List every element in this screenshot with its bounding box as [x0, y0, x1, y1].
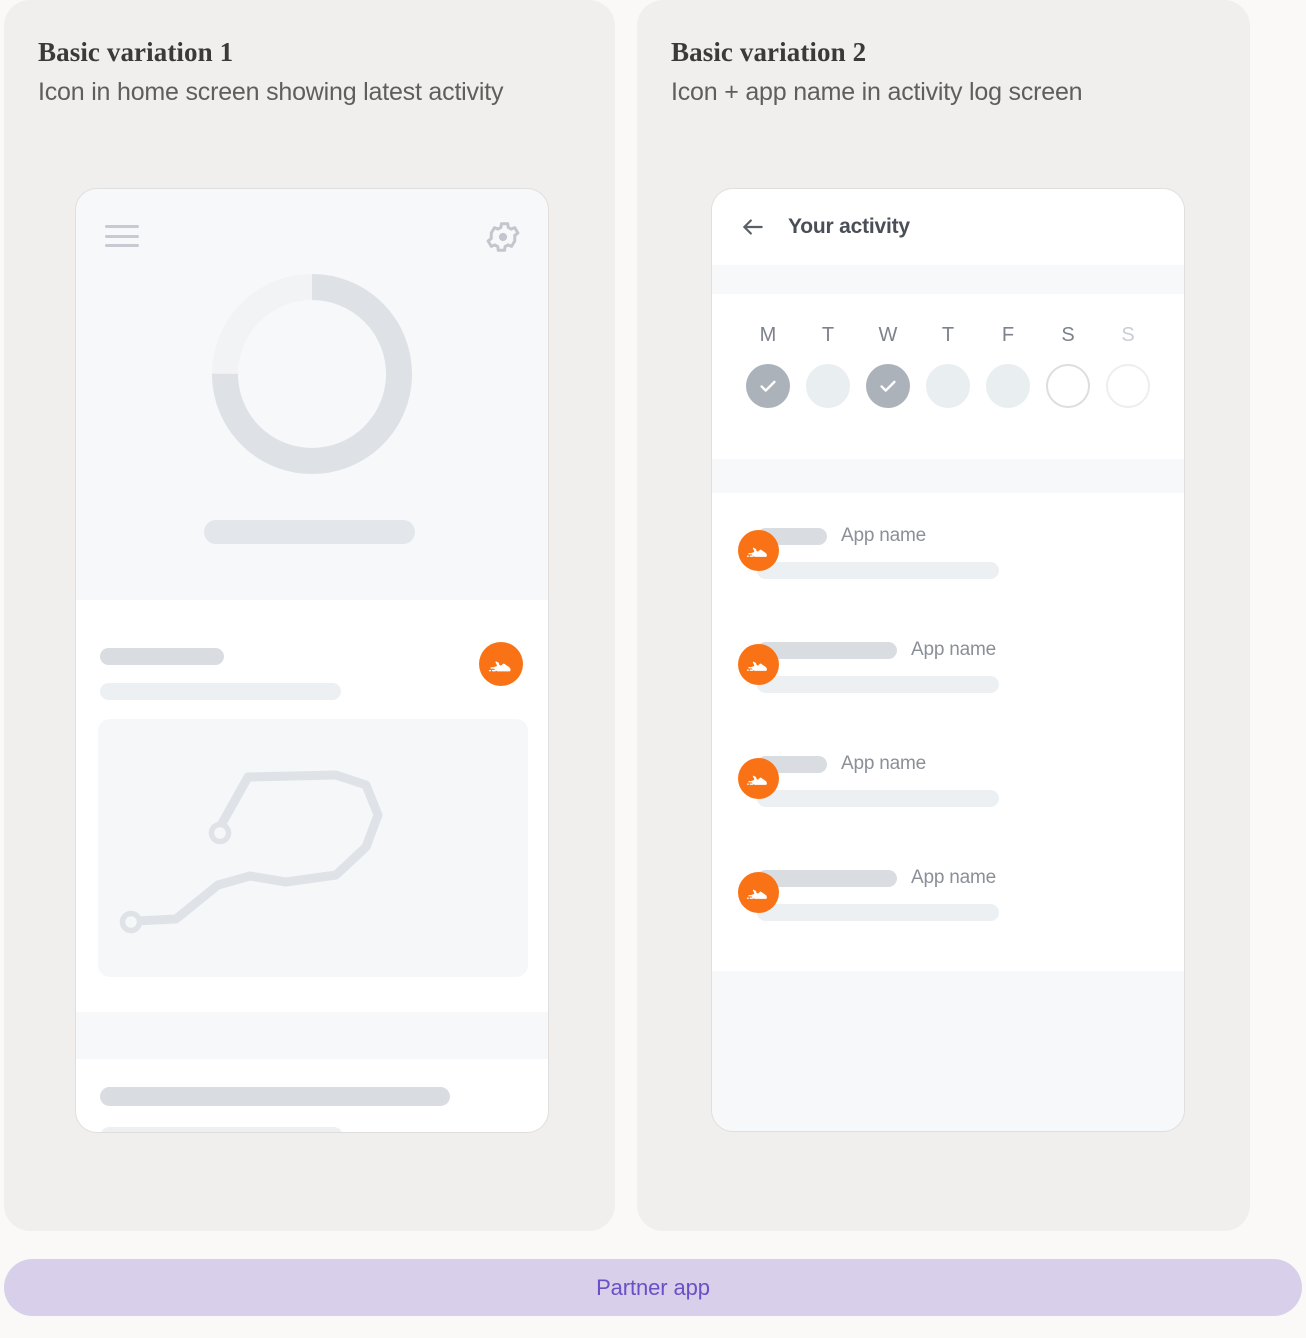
activity-screen-header: Your activity: [712, 189, 1184, 265]
day-label: F: [1001, 324, 1015, 346]
activity-title-placeholder: [100, 648, 224, 665]
day-label: S: [1061, 324, 1075, 346]
activity-detail-placeholder: [757, 904, 999, 921]
day-label: T: [821, 324, 835, 346]
partner-app-label: Partner app: [596, 1274, 710, 1300]
list-item[interactable]: App name: [712, 858, 1184, 972]
panel-2-title: Basic variation 2: [671, 37, 867, 67]
panel-1-subtitle: Icon in home screen showing latest activ…: [38, 77, 504, 106]
running-shoe-icon[interactable]: [738, 530, 779, 571]
list-item[interactable]: App name: [712, 630, 1184, 744]
day-status-sunday[interactable]: [1106, 364, 1150, 408]
app-name-label: App name: [911, 867, 997, 888]
check-icon: [880, 380, 896, 392]
activity-name-placeholder: [757, 641, 897, 659]
panel-1-title: Basic variation 1: [38, 37, 234, 67]
home-divider-strip: [76, 1012, 548, 1059]
panel-2-header: Basic variation 2 Icon + app name in act…: [637, 0, 1250, 108]
app-name-label: App name: [841, 753, 927, 774]
list-item-title-row: App name: [757, 867, 1184, 889]
variation-panels: Basic variation 1 Icon in home screen sh…: [0, 0, 1306, 1231]
latest-activity-card: [76, 600, 548, 1012]
bottom-subtitle-placeholder: [100, 1127, 343, 1132]
back-arrow-icon[interactable]: [740, 214, 766, 240]
list-item-body: App name: [757, 516, 1184, 579]
list-item-body: App name: [757, 630, 1184, 693]
activity-detail-placeholder: [757, 562, 999, 579]
list-item-title-row: App name: [757, 525, 1184, 547]
running-shoe-icon[interactable]: [738, 644, 779, 685]
list-item[interactable]: App name: [712, 744, 1184, 858]
partner-app-bar: Partner app: [4, 1259, 1302, 1316]
list-item[interactable]: App name: [712, 516, 1184, 630]
gear-icon[interactable]: [484, 218, 522, 256]
panel-2-subtitle: Icon + app name in activity log screen: [671, 77, 1083, 106]
activity-name-placeholder: [757, 869, 897, 887]
panel-basic-variation-1: Basic variation 1 Icon in home screen sh…: [4, 0, 615, 1231]
app-name-label: App name: [911, 639, 997, 660]
phone-mockup-home-screen: [75, 188, 549, 1133]
panel-1-header: Basic variation 1 Icon in home screen sh…: [4, 0, 615, 108]
list-item-title-row: App name: [757, 753, 1184, 775]
page-title: Your activity: [788, 215, 910, 238]
home-bottom-section: [76, 1059, 548, 1132]
check-icon: [760, 380, 776, 392]
list-item-body: App name: [757, 858, 1184, 921]
activity-detail-placeholder: [757, 790, 999, 807]
app-name-label: App name: [841, 525, 927, 546]
day-status-friday[interactable]: [986, 364, 1030, 408]
hamburger-menu-icon[interactable]: [105, 225, 139, 247]
day-label: S: [1121, 324, 1135, 346]
panel-basic-variation-2: Basic variation 2 Icon + app name in act…: [637, 0, 1250, 1231]
home-hero-section: [76, 189, 548, 600]
header-divider-strip: [712, 265, 1184, 294]
week-divider-strip: [712, 459, 1184, 493]
progress-ring-chart: [76, 269, 548, 479]
list-item-body: App name: [757, 744, 1184, 807]
day-status-thursday[interactable]: [926, 364, 970, 408]
bottom-title-placeholder: [100, 1087, 450, 1106]
running-shoe-icon[interactable]: [479, 642, 523, 686]
day-status-monday[interactable]: [746, 364, 790, 408]
route-map-card[interactable]: [98, 719, 528, 977]
day-label: W: [878, 324, 898, 346]
hero-placeholder-bar: [204, 520, 415, 544]
phone-mockup-activity-log: Your activity M T W T F S S App name App…: [711, 188, 1185, 1132]
day-status-row: [746, 364, 1150, 408]
day-status-tuesday[interactable]: [806, 364, 850, 408]
day-label: T: [941, 324, 955, 346]
activity-subtitle-placeholder: [100, 683, 341, 700]
running-shoe-icon[interactable]: [738, 872, 779, 913]
activity-list: App name App name App name App name: [712, 493, 1184, 971]
running-shoe-icon[interactable]: [738, 758, 779, 799]
day-label: M: [759, 324, 777, 346]
activity-detail-placeholder: [757, 676, 999, 693]
day-status-saturday[interactable]: [1046, 364, 1090, 408]
day-status-wednesday[interactable]: [866, 364, 910, 408]
list-item-title-row: App name: [757, 639, 1184, 661]
week-tracker: M T W T F S S: [712, 294, 1184, 459]
activity-list-footer: [712, 971, 1184, 1131]
day-label-row: M T W T F S S: [746, 324, 1150, 347]
